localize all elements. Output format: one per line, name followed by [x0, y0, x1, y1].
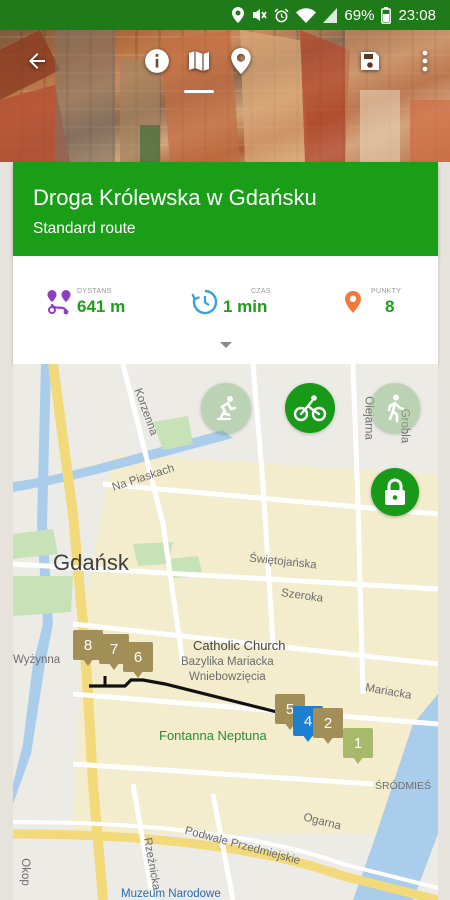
distance-value: 641 m — [77, 297, 126, 316]
route-map[interactable]: Korzenna Na Piaskach Gdańsk Świętojańska… — [13, 364, 438, 900]
map-icon[interactable] — [182, 44, 216, 78]
active-tab-indicator — [184, 90, 214, 93]
skate-icon — [217, 396, 237, 421]
walk-mode-button[interactable] — [370, 383, 420, 433]
time-value: 1 min — [223, 297, 268, 316]
time-stat: CZAS 1 min — [191, 282, 271, 322]
battery-percent: 69% — [344, 6, 375, 24]
more-vert-icon[interactable] — [408, 44, 442, 78]
route-icon — [45, 288, 73, 316]
location-icon — [232, 7, 245, 23]
back-arrow-icon[interactable] — [20, 44, 54, 78]
route-point-marker[interactable]: 6 — [123, 642, 153, 678]
expand-stats-chevron-icon[interactable] — [219, 336, 233, 348]
alarm-icon — [274, 7, 289, 23]
location-pin-icon[interactable] — [224, 44, 258, 78]
bike-mode-button[interactable] — [285, 383, 335, 433]
lock-icon — [385, 478, 405, 505]
points-stat: PUNKTY 8 — [339, 282, 401, 322]
clock-icon — [191, 288, 219, 316]
distance-stat: DYSTANS 641 m — [45, 282, 125, 322]
route-subtitle: Standard route — [33, 220, 136, 237]
points-label: PUNKTY — [371, 288, 402, 295]
walk-icon — [387, 394, 405, 423]
route-stats-card: DYSTANS 641 m CZAS 1 min PUNKTY 8 — [13, 256, 438, 364]
save-icon[interactable] — [353, 44, 387, 78]
status-bar: 69% 23:08 — [0, 0, 450, 30]
info-icon[interactable] — [140, 44, 174, 78]
route-title: Droga Królewska w Gdańsku — [33, 185, 317, 210]
distance-label: DYSTANS — [77, 288, 112, 295]
skate-mode-button[interactable] — [201, 383, 251, 433]
bike-icon — [293, 395, 327, 422]
signal-icon — [323, 7, 338, 23]
app-screen: 69% 23:08 Droga Królewska w Gdańsku Stan… — [0, 0, 450, 900]
marker-2: 2 — [313, 708, 343, 738]
battery-icon — [381, 6, 392, 24]
route-point-marker[interactable]: 2 — [313, 708, 343, 744]
marker-6: 6 — [123, 642, 153, 672]
route-point-marker[interactable]: 1 — [343, 728, 373, 764]
mute-icon — [251, 7, 268, 23]
wifi-icon — [296, 7, 317, 23]
route-title-card: Droga Królewska w Gdańsku Standard route — [13, 162, 438, 256]
pin-icon — [339, 288, 367, 316]
lock-map-button[interactable] — [371, 468, 419, 516]
route-hero-image — [0, 30, 450, 162]
marker-1: 1 — [343, 728, 373, 758]
time-label: CZAS — [251, 288, 271, 295]
clock-time: 23:08 — [398, 6, 436, 24]
points-value: 8 — [385, 297, 395, 316]
